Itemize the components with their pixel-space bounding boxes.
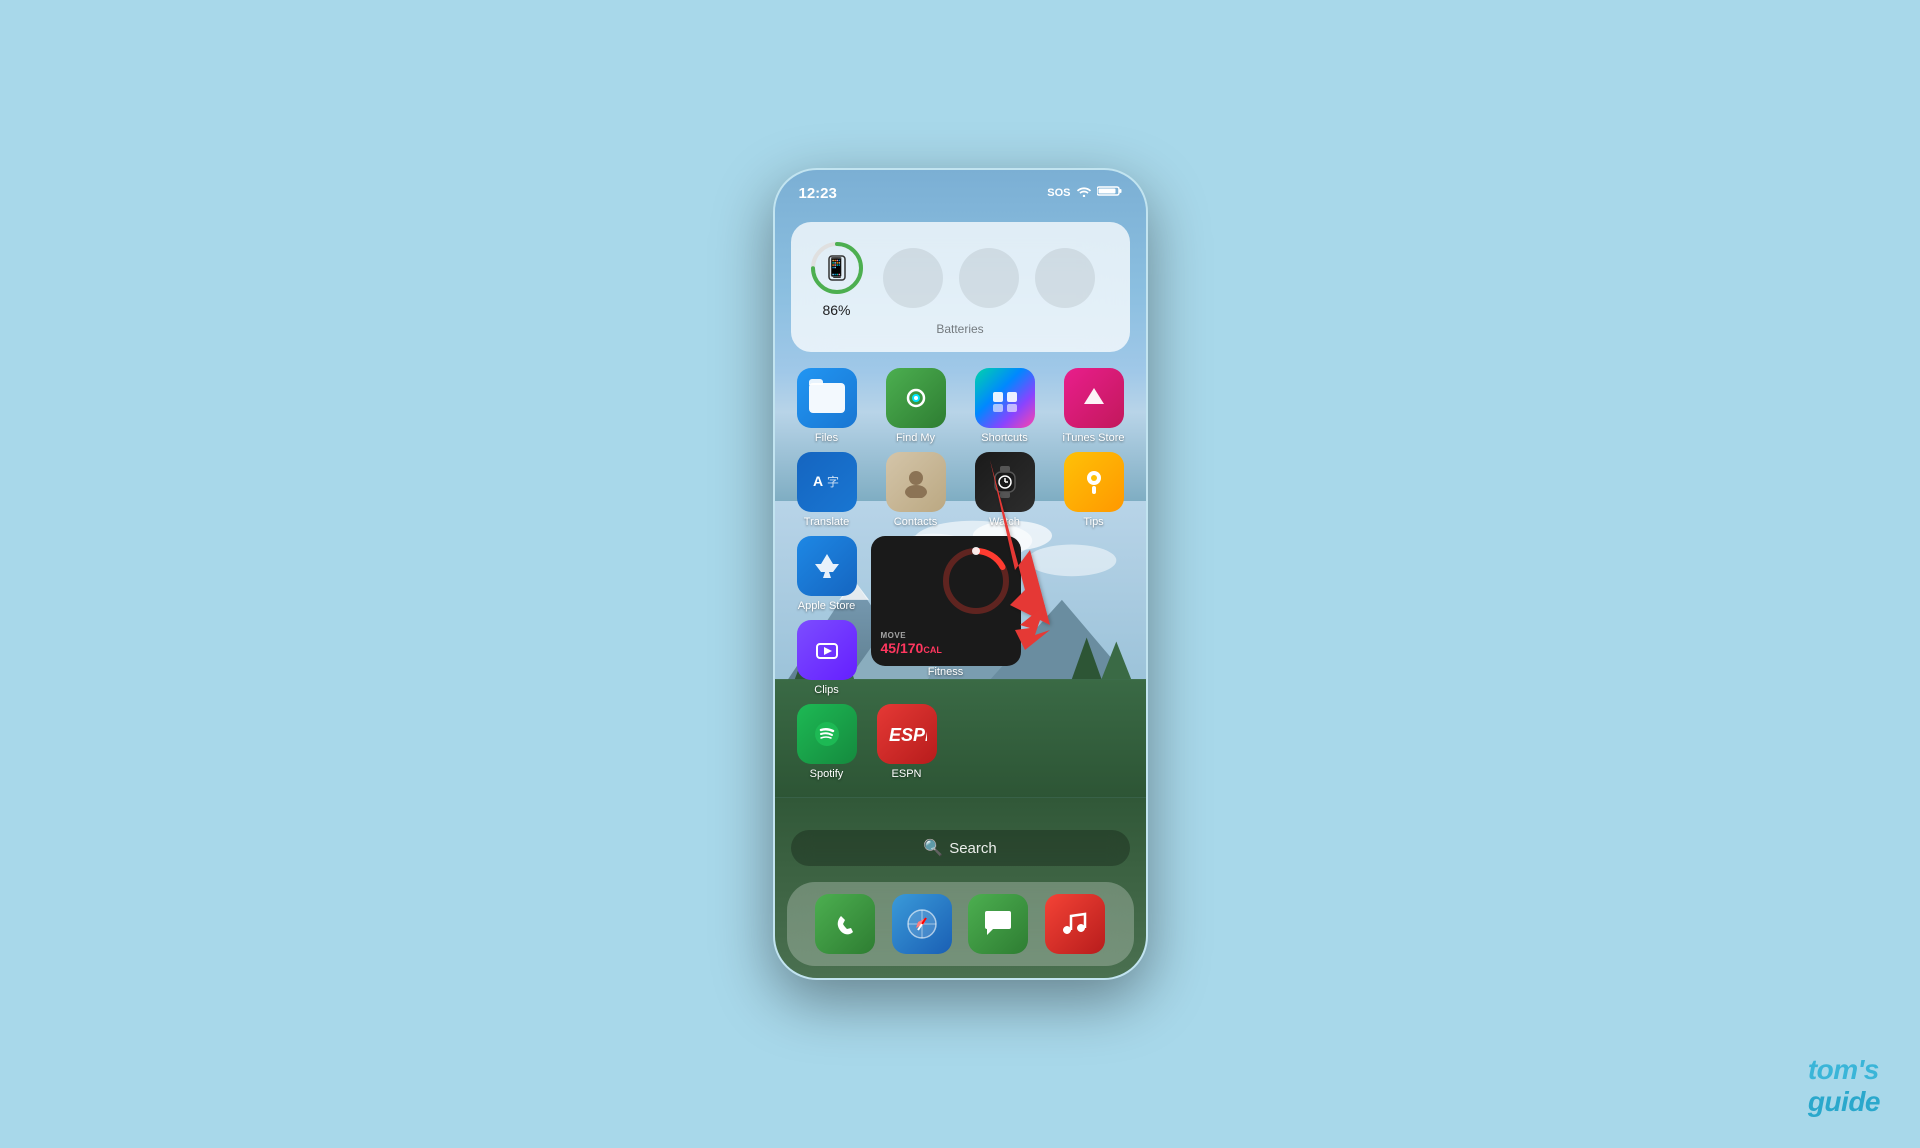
- espn-label: ESPN: [892, 768, 922, 780]
- clips-label: Clips: [814, 684, 838, 696]
- batteries-label: Batteries: [807, 322, 1114, 336]
- itunes-icon: [1064, 368, 1124, 428]
- phone-frame: 12:23 SOS: [773, 168, 1148, 980]
- app-row-2: A 字 Translate Contacts: [791, 452, 1130, 528]
- app-row-4: Spotify ESPN ESPN: [791, 704, 1130, 780]
- files-label: Files: [815, 432, 838, 444]
- battery-widget: 📱 86% Batteries: [791, 222, 1130, 352]
- app-shortcuts[interactable]: Shortcuts: [969, 368, 1041, 444]
- app-fitness[interactable]: MOVE 45/170CAL Fitness: [871, 536, 1021, 678]
- main-device-battery: 📱 86%: [807, 238, 867, 318]
- app-spotify[interactable]: Spotify: [791, 704, 863, 780]
- battery-icon: [1097, 184, 1122, 202]
- findmy-icon: [886, 368, 946, 428]
- tips-label: Tips: [1083, 516, 1103, 528]
- fitness-label: Fitness: [928, 666, 963, 678]
- watch-icon: [975, 452, 1035, 512]
- battery-circle: 📱: [807, 238, 867, 298]
- search-icon: 🔍: [923, 838, 943, 858]
- svg-text:字: 字: [827, 474, 839, 489]
- app-clips[interactable]: Clips: [791, 620, 863, 696]
- itunes-label: iTunes Store: [1063, 432, 1125, 444]
- dock: [787, 882, 1134, 966]
- battery-widget-row: 📱 86%: [807, 238, 1114, 318]
- app-row-3: Apple Store Clips: [791, 536, 1130, 696]
- spotify-label: Spotify: [810, 768, 844, 780]
- app-applestore[interactable]: Apple Store: [791, 536, 863, 612]
- fitness-move-label: MOVE: [881, 631, 942, 640]
- translate-icon: A 字: [797, 452, 857, 512]
- applestore-icon: [797, 536, 857, 596]
- search-pill[interactable]: 🔍 Search: [791, 830, 1130, 866]
- svg-text:ESPN: ESPN: [889, 725, 927, 745]
- shortcuts-icon: [975, 368, 1035, 428]
- spotify-icon: [797, 704, 857, 764]
- status-icons: SOS: [1047, 184, 1121, 202]
- app-findmy[interactable]: Find My: [880, 368, 952, 444]
- battery-percent: 86%: [822, 302, 850, 318]
- app-translate[interactable]: A 字 Translate: [791, 452, 863, 528]
- search-label: Search: [949, 840, 997, 857]
- app-row-1: Files Find My: [791, 368, 1130, 444]
- status-sos: SOS: [1047, 187, 1070, 199]
- app-espn[interactable]: ESPN ESPN: [871, 704, 943, 780]
- applestore-label: Apple Store: [798, 600, 855, 612]
- clips-icon: [797, 620, 857, 680]
- app-tips[interactable]: Tips: [1058, 452, 1130, 528]
- dock-phone[interactable]: [815, 894, 875, 954]
- translate-label: Translate: [804, 516, 849, 528]
- status-time: 12:23: [799, 185, 837, 202]
- app-column-left: Apple Store Clips: [791, 536, 863, 696]
- dock-messages[interactable]: [968, 894, 1028, 954]
- contacts-label: Contacts: [894, 516, 937, 528]
- fitness-calories: 45/170CAL: [881, 640, 942, 656]
- app-watch[interactable]: Watch: [969, 452, 1041, 528]
- wifi-icon: [1076, 184, 1092, 202]
- shortcuts-label: Shortcuts: [981, 432, 1027, 444]
- app-contacts[interactable]: Contacts: [880, 452, 952, 528]
- app-grid: Files Find My: [775, 360, 1146, 822]
- app-itunes[interactable]: iTunes Store: [1058, 368, 1130, 444]
- tips-icon: [1064, 452, 1124, 512]
- app-files[interactable]: Files: [791, 368, 863, 444]
- search-bar[interactable]: 🔍 Search: [791, 830, 1130, 866]
- dock-music[interactable]: [1045, 894, 1105, 954]
- fitness-widget: MOVE 45/170CAL: [871, 536, 1021, 666]
- findmy-label: Find My: [896, 432, 935, 444]
- svg-text:A: A: [813, 473, 823, 489]
- watermark: tom's guide: [1808, 1054, 1880, 1118]
- files-icon: [797, 368, 857, 428]
- watch-label: Watch: [989, 516, 1020, 528]
- contacts-icon: [886, 452, 946, 512]
- phone-content: 12:23 SOS: [775, 170, 1146, 978]
- status-bar: 12:23 SOS: [775, 184, 1146, 202]
- battery-slot-2: [883, 248, 943, 308]
- espn-icon: ESPN: [877, 704, 937, 764]
- battery-slot-3: [959, 248, 1019, 308]
- battery-slot-4: [1035, 248, 1095, 308]
- dock-safari[interactable]: [892, 894, 952, 954]
